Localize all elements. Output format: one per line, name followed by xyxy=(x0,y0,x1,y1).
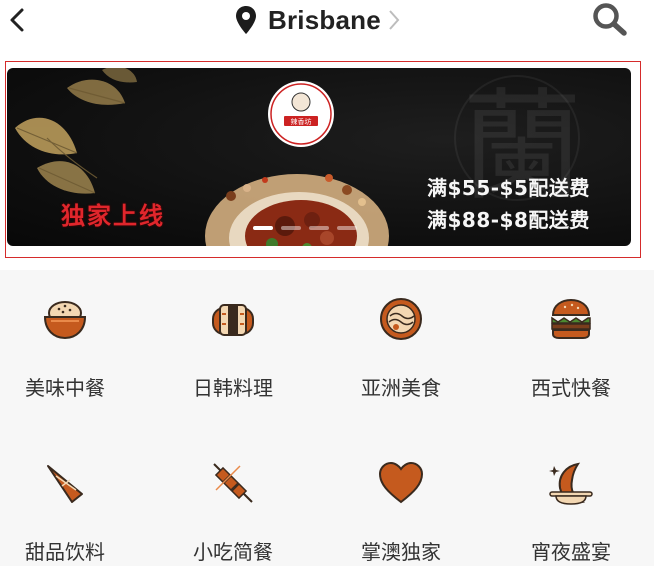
category-label: 小吃简餐 xyxy=(193,540,273,564)
category-label: 西式快餐 xyxy=(531,376,611,400)
category-japanese-korean[interactable]: 日韩料理 xyxy=(158,278,308,400)
category-label: 甜品饮料 xyxy=(25,540,105,564)
carousel-dot[interactable] xyxy=(281,226,301,230)
location-selector[interactable]: Brisbane xyxy=(234,2,401,38)
carousel-dot[interactable] xyxy=(309,226,329,230)
promo-banner[interactable]: 蘭 辣香坊 独家上线 满$55-$5配送费 满$88-$8配送费 xyxy=(7,68,631,246)
promo-line-2: 满$88-$8配送费 xyxy=(427,208,590,232)
category-label: 亚洲美食 xyxy=(361,376,441,400)
sushi-roll-icon xyxy=(212,304,254,336)
location-pin-icon xyxy=(236,6,256,34)
rice-bowl-icon xyxy=(43,301,87,340)
search-icon[interactable] xyxy=(590,0,630,38)
logo-text: 辣香坊 xyxy=(291,117,312,126)
carousel-indicator xyxy=(253,226,357,230)
category-grid: 美味中餐 日韩料理 亚洲美食 西式快餐 甜品饮料 小吃简餐 掌澳独家 宵夜盛宴 xyxy=(0,270,654,566)
gold-leaf-decoration xyxy=(15,68,137,194)
category-label: 日韩料理 xyxy=(193,376,273,400)
category-desserts-drinks[interactable]: 甜品饮料 xyxy=(0,442,140,564)
chevron-right-icon xyxy=(389,10,400,30)
category-snacks[interactable]: 小吃简餐 xyxy=(158,442,308,564)
heart-icon xyxy=(378,461,424,504)
category-asian[interactable]: 亚洲美食 xyxy=(326,278,476,400)
category-label: 美味中餐 xyxy=(25,376,105,400)
category-label: 掌澳独家 xyxy=(361,540,441,564)
back-arrow-icon[interactable] xyxy=(4,4,32,36)
carousel-dot[interactable] xyxy=(337,226,357,230)
location-name: Brisbane xyxy=(268,4,381,35)
category-late-night[interactable]: 宵夜盛宴 xyxy=(496,442,646,564)
category-label: 宵夜盛宴 xyxy=(531,540,611,564)
burger-icon xyxy=(551,298,591,339)
ice-cream-cone-icon xyxy=(47,465,83,503)
promo-line-1: 满$55-$5配送费 xyxy=(427,176,590,200)
skewer-icon xyxy=(213,463,253,503)
top-bar: Brisbane xyxy=(0,0,654,48)
banner-headline: 独家上线 xyxy=(61,201,165,230)
carousel-dot[interactable] xyxy=(253,226,273,230)
noodle-bowl-icon xyxy=(380,298,422,340)
category-exclusive[interactable]: 掌澳独家 xyxy=(326,442,476,564)
category-western-fastfood[interactable]: 西式快餐 xyxy=(496,278,646,400)
moon-icon xyxy=(549,462,593,505)
category-chinese[interactable]: 美味中餐 xyxy=(0,278,140,400)
